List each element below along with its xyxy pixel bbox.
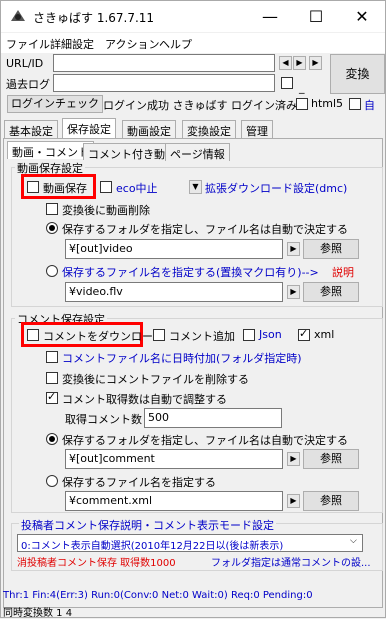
comment-folder-radio[interactable] [46,433,58,445]
poster-group-title: 投稿者コメント保存説明・コメント表示モード設定 [19,517,276,533]
tab-video[interactable]: 動画設定 [122,120,176,138]
video-folder-input[interactable]: ¥[out]video [65,239,283,259]
title-bar: さきゅばす 1.67.7.11 — ☐ ✕ [1,1,385,32]
video-folder-radio[interactable] [46,222,58,234]
menu-advanced[interactable]: 詳細設定 [50,36,94,52]
url-input[interactable] [53,54,275,72]
comment-count-label: 取得コメント数 [65,413,142,426]
main-window: さきゅばす 1.67.7.11 — ☐ ✕ ファイル 詳細設定 アクション ヘル… [0,0,386,619]
download-comment-label: コメントをダウンロード [43,330,164,343]
video-file-input[interactable]: ¥video.flv [65,282,283,302]
tab-basic[interactable]: 基本設定 [4,120,58,138]
delete-video-label: 変換後に動画削除 [62,204,150,217]
poster-note-blue: フォルダ指定は通常コメントの設... [211,558,371,569]
poster-note-red: 消投稿者コメント保存 取得数1000 [17,558,176,569]
status-line: Thr:1 Fin:4(Err:3) Run:0(Conv:0 Net:0 Wa… [3,590,313,601]
login-check-button[interactable]: ログインチェック [7,95,103,113]
save-video-label: 動画保存 [43,182,87,195]
maximize-button[interactable]: ☐ [293,1,339,32]
eco-label: eco中止 [116,182,158,195]
json-checkbox[interactable] [243,329,255,341]
video-file-radio[interactable] [46,265,58,277]
video-folder-browse-button[interactable]: 参照 [303,239,359,259]
comment-folder-browse-button[interactable]: 参照 [303,449,359,469]
close-button[interactable]: ✕ [339,1,385,32]
comment-file-input[interactable]: ¥comment.xml [65,491,283,511]
auto-count-checkbox[interactable] [46,390,58,404]
comment-file-radio[interactable] [46,475,58,487]
video-folder-arrow-icon[interactable]: ▶ [287,242,300,256]
app-icon [11,10,25,21]
delete-video-checkbox[interactable] [46,203,58,215]
concurrent-count: 同時変換数 1 4 [3,608,73,619]
subtab-page-info[interactable]: ページ情報 [165,143,230,161]
xml-checkbox[interactable] [298,327,310,341]
extended-dl-label[interactable]: 拡張ダウンロード設定(dmc) [205,180,347,196]
log-checkbox[interactable] [281,77,293,89]
video-file-browse-button[interactable]: 参照 [303,282,359,302]
xml-label: xml [314,328,335,341]
minimize-button[interactable]: — [247,1,293,32]
comment-count-value: 500 [148,411,169,424]
display-mode-value: 0:コメント表示自動選択(2010年12月22日以(後は新表示) [21,541,284,552]
video-file-value: ¥video.flv [69,285,123,298]
comment-file-arrow-icon[interactable]: ▶ [287,494,300,508]
comment-folder-input[interactable]: ¥[out]comment [65,449,283,469]
menu-bar: ファイル 詳細設定 アクション ヘルプ [1,33,385,53]
auto-checkbox[interactable] [349,98,361,110]
menu-file[interactable]: ファイル [6,36,50,52]
auto-count-label: コメント取得数は自動で調整する [62,393,227,406]
log-label: 過去ログ [6,78,50,91]
tab-save[interactable]: 保存設定 [62,118,116,138]
prev-arrow-icon[interactable]: ◀ [279,56,292,70]
date-in-name-label: コメントファイル名に日時付加(フォルダ指定時) [62,352,302,365]
window-title: さきゅばす 1.67.7.11 [33,11,155,25]
underscore-mark: _ [299,81,305,94]
video-file-arrow-icon[interactable]: ▶ [287,285,300,299]
auto-label: 自 [364,99,375,112]
comment-folder-radio-label: 保存するフォルダを指定し、ファイル名は自動で決定する [62,434,348,447]
add-comment-checkbox[interactable] [153,329,165,341]
menu-help[interactable]: ヘルプ [159,36,192,52]
menu-action[interactable]: アクション [105,36,159,52]
delete-comment-label: 変換後にコメントファイルを削除する [62,373,249,386]
comment-folder-arrow-icon[interactable]: ▶ [287,452,300,466]
html5-label: html5 [311,97,344,110]
arrow-small-icon[interactable]: ▶ [309,56,322,70]
download-comment-checkbox[interactable] [27,329,39,341]
eco-checkbox[interactable] [100,181,112,193]
save-video-checkbox[interactable] [27,181,39,193]
date-in-name-checkbox[interactable] [46,351,58,363]
explain-link[interactable]: 説明 [332,264,354,280]
add-comment-label: コメント追加 [169,330,235,343]
comment-file-radio-label: 保存するファイル名を指定する [62,476,216,489]
comment-folder-value: ¥[out]comment [69,452,155,465]
url-label: URL/ID [6,57,44,70]
delete-comment-checkbox[interactable] [46,372,58,384]
convert-button[interactable]: 変換 [330,54,385,94]
select-chevron-icon: ⌵ [350,536,357,546]
dropdown-arrow-icon[interactable]: ▼ [189,180,202,194]
tab-convert[interactable]: 変換設定 [182,120,236,138]
comment-file-browse-button[interactable]: 参照 [303,491,359,511]
subtab-video-comment[interactable]: 動画・コメント [7,141,94,159]
login-status: ログイン成功 さきゅばす ログイン済み [103,99,297,112]
display-mode-select[interactable]: 0:コメント表示自動選択(2010年12月22日以(後は新表示) ⌵ [17,534,363,552]
comment-count-input[interactable]: 500 [144,408,282,428]
log-input[interactable] [53,74,275,92]
tab-manage[interactable]: 管理 [241,120,273,138]
video-file-radio-label: 保存するファイル名を指定する(置換マクロ有り)--> [62,266,319,279]
next-arrow-icon[interactable]: ▶ [293,56,306,70]
html5-checkbox[interactable] [296,98,308,110]
comment-file-value: ¥comment.xml [69,494,153,507]
json-label: Json [259,328,282,341]
video-folder-radio-label: 保存するフォルダを指定し、ファイル名は自動で決定する [62,223,348,236]
video-folder-value: ¥[out]video [69,242,133,255]
